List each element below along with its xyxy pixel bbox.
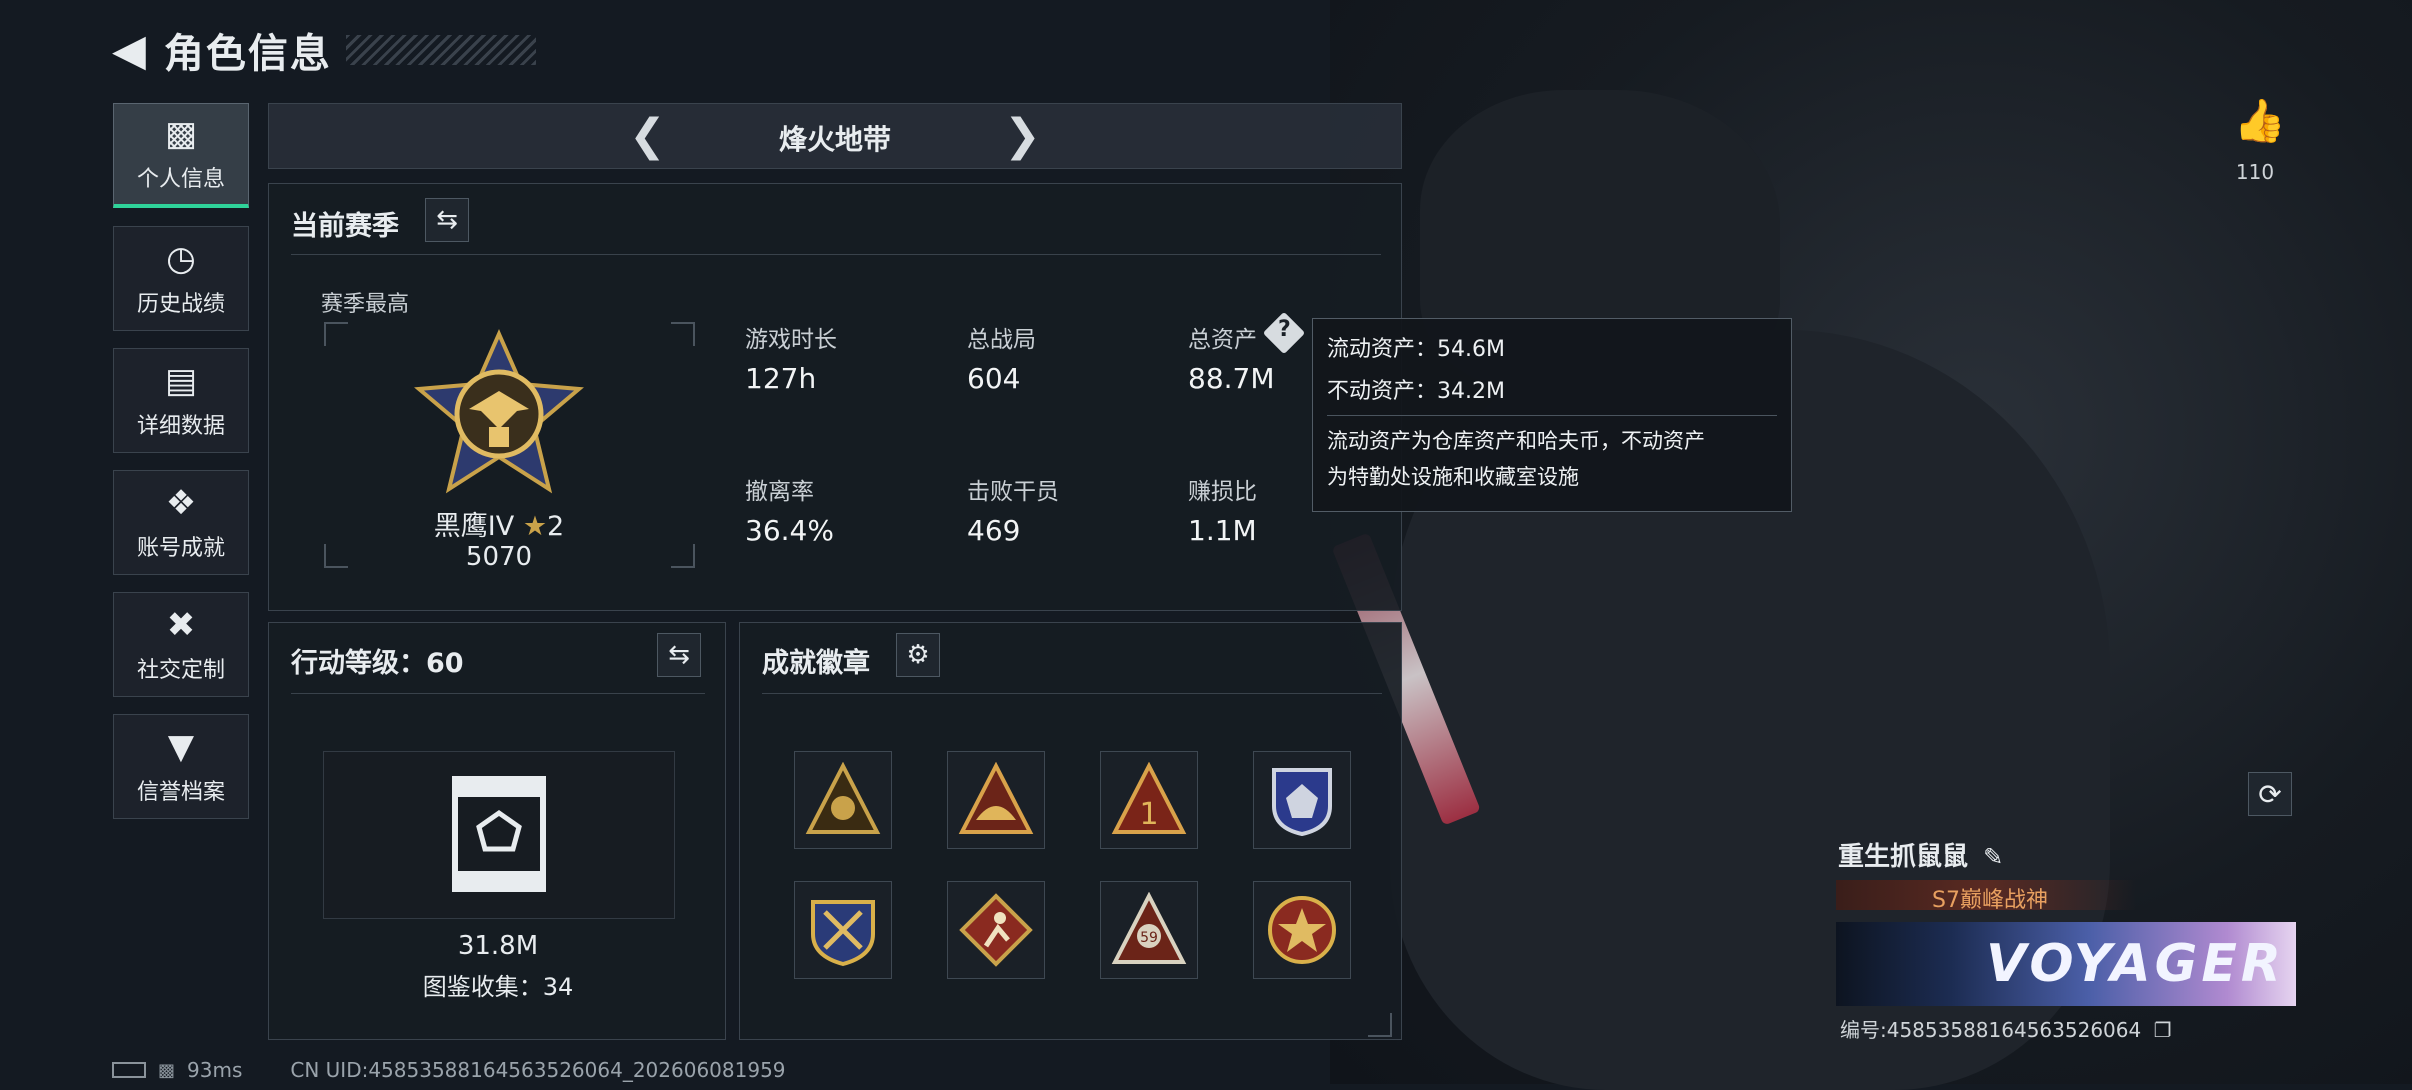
profile-card: 重生抓鼠鼠 ✎ S7巅峰战神 VOYAGER xyxy=(1836,836,2296,1006)
divider xyxy=(291,693,705,694)
crossed-arrows-badge-icon[interactable] xyxy=(794,881,892,979)
action-level-panel: 行动等级：60 ⇆ 31.8M 图鉴收集：34 xyxy=(268,622,726,1040)
season-panel: 当前赛季 ⇆ 赛季最高 黑鹰IV ★2 5070 游戏时长 127h 总战局 6… xyxy=(268,183,1402,611)
uid: CN UID:4585358816456352606​4_20260608195… xyxy=(290,1058,786,1082)
divider xyxy=(762,693,1382,694)
svg-text:59: 59 xyxy=(1140,930,1158,946)
nav-label: 账号成就 xyxy=(136,535,225,561)
frame-corner xyxy=(1368,1013,1392,1037)
svg-text:1: 1 xyxy=(1139,797,1158,832)
signal-icon: ▩ xyxy=(158,1059,176,1081)
season-title: 当前赛季 xyxy=(291,211,399,242)
action-level-value: 31.8M xyxy=(457,931,539,961)
tooltip-note-2: 为特勤处设施和收藏室设施 xyxy=(1327,465,1579,489)
collection-cabinet-icon xyxy=(452,776,546,892)
nav-label: 社交定制 xyxy=(136,657,225,683)
nav-label: 详细数据 xyxy=(136,413,225,439)
title-tag-text: S7巅峰战神 xyxy=(1932,888,2048,913)
badges-panel: 成就徽章 ⚙ 1 59 xyxy=(739,622,1402,1040)
stat-value-matches: 604 xyxy=(967,362,1021,395)
collection-count: 图鉴收集：34 xyxy=(422,973,574,1001)
number-one-badge-icon[interactable]: 1 xyxy=(1100,751,1198,849)
ping: 93ms xyxy=(187,1058,243,1082)
frame-corner xyxy=(671,322,695,346)
stat-value-playtime: 127h xyxy=(745,362,817,395)
divider xyxy=(1327,415,1777,416)
copy-icon[interactable]: ❐ xyxy=(2154,1018,2172,1042)
bar-chart-icon: ▩ xyxy=(164,114,198,154)
chevron-left-icon[interactable]: ❮ xyxy=(629,110,666,161)
chevron-right-icon[interactable]: ❯ xyxy=(1004,110,1041,161)
nav-label: 历史战绩 xyxy=(136,291,225,317)
stat-value-profit-ratio: 1.1M xyxy=(1188,514,1257,547)
like-button[interactable]: 👍 xyxy=(2230,96,2290,146)
page-title: 角色信息 xyxy=(163,31,332,77)
achievement-icon: ❖ xyxy=(165,482,197,523)
tooltip-liquid: 流动资产：54.6M xyxy=(1327,337,1505,362)
tooltip-note-1: 流动资产为仓库资产和哈夫币，不动资产 xyxy=(1327,429,1705,453)
rank-eagle-emblem-icon xyxy=(414,329,584,494)
nav-item-reputation[interactable]: ▼ 信誉档案 xyxy=(113,714,249,819)
wolf-badge-icon[interactable] xyxy=(1253,751,1351,849)
player-banner: VOYAGER xyxy=(1836,922,2296,1006)
rotate-icon[interactable]: ⟳ xyxy=(2248,772,2292,816)
frame-corner xyxy=(324,544,348,568)
rank-stars: 2 xyxy=(547,511,565,542)
assets-tooltip: 流动资产：54.6M 不动资产：34.2M 流动资产为仓库资产和哈夫币，不动资产… xyxy=(1312,318,1792,512)
battery-icon xyxy=(112,1062,146,1078)
divider xyxy=(291,254,1381,255)
rank-name: 黑鹰IV xyxy=(433,511,515,542)
rank-points: 5070 xyxy=(465,542,533,572)
stat-value-assets: 88.7M xyxy=(1188,362,1275,395)
stat-label-assets: 总资产 xyxy=(1188,327,1257,353)
nav-item-achievements[interactable]: ❖ 账号成就 xyxy=(113,470,249,575)
frame-corner xyxy=(671,544,695,568)
question-mark-icon: ? xyxy=(1278,317,1291,342)
nav-item-social[interactable]: ✖ 社交定制 xyxy=(113,592,249,697)
swap-icon[interactable]: ⇆ xyxy=(425,198,469,242)
mode-selector: ❮ 烽火地带 ❯ xyxy=(268,103,1402,169)
star-icon: ★ xyxy=(522,511,548,542)
history-icon: ◷ xyxy=(166,238,196,279)
stat-label-matches: 总战局 xyxy=(967,327,1036,353)
star-badge-icon[interactable] xyxy=(1253,881,1351,979)
like-count: 110 xyxy=(2235,160,2275,184)
sunrise-badge-icon[interactable] xyxy=(947,751,1045,849)
thumbs-up-icon: 👍 xyxy=(2233,96,2287,145)
tools-icon: ✖ xyxy=(166,604,196,645)
nav-item-details[interactable]: ▤ 详细数据 xyxy=(113,348,249,453)
stat-label-extract-rate: 撤离率 xyxy=(745,479,814,505)
stat-label-profit-ratio: 赚损比 xyxy=(1188,479,1257,505)
swap-icon[interactable]: ⇆ xyxy=(657,633,701,677)
season-best-label: 赛季最高 xyxy=(321,292,410,317)
mode-label: 烽火地带 xyxy=(779,123,892,156)
stat-value-extract-rate: 36.4% xyxy=(745,514,834,547)
title-decoration xyxy=(345,35,536,65)
title-tag: S7巅峰战神 xyxy=(1836,880,2136,913)
banner-text: VOYAGER xyxy=(1986,934,2285,994)
folder-icon: ▤ xyxy=(164,360,198,401)
action-level-title: 行动等级：60 xyxy=(291,648,464,679)
edit-icon[interactable]: ✎ xyxy=(1983,843,2003,871)
nav-label: 信誉档案 xyxy=(136,779,225,805)
nav-item-history[interactable]: ◷ 历史战绩 xyxy=(113,226,249,331)
stat-label-kills: 击败干员 xyxy=(967,479,1059,505)
nav-label: 个人信息 xyxy=(136,167,225,192)
player-id: 编号:4585358816456352606​4 xyxy=(1840,1018,2142,1042)
runner-badge-icon[interactable] xyxy=(947,881,1045,979)
back-arrow-icon[interactable]: ◀ xyxy=(112,25,146,76)
skull-badge-icon[interactable] xyxy=(794,751,892,849)
gear-icon[interactable]: ⚙ xyxy=(896,633,940,677)
player-name: 重生抓鼠鼠 xyxy=(1838,842,1969,872)
status-bar: ▩ 93ms CN UID:4585358816456352606​4_2026… xyxy=(112,1058,786,1082)
stat-value-kills: 469 xyxy=(967,514,1021,547)
badges-title: 成就徽章 xyxy=(762,648,870,679)
stat-label-playtime: 游戏时长 xyxy=(745,327,837,353)
tooltip-fixed: 不动资产：34.2M xyxy=(1327,379,1505,404)
rank-name-row: 黑鹰IV ★2 xyxy=(369,504,629,543)
level-59-badge-icon[interactable]: 59 xyxy=(1100,881,1198,979)
nav-item-profile[interactable]: ▩ 个人信息 xyxy=(113,103,249,208)
shield-icon: ▼ xyxy=(167,726,195,767)
frame-corner xyxy=(324,322,348,346)
